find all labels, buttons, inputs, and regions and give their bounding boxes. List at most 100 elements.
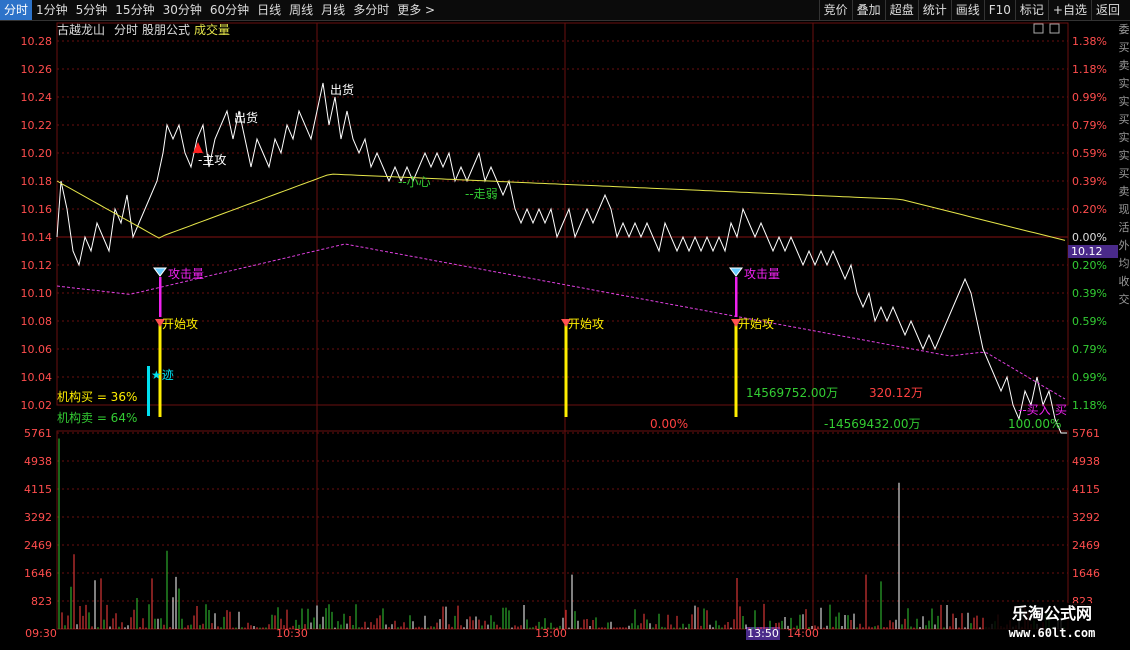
period-tab-6[interactable]: 日线 xyxy=(253,0,285,20)
small-amount-label: 320.12万 xyxy=(869,386,923,400)
percent-tick-label: 1.38% xyxy=(1072,35,1107,48)
price-tick-label: 10.06 xyxy=(21,343,53,356)
start-attack-bar xyxy=(564,321,568,417)
price-tick-label: 10.10 xyxy=(21,287,53,300)
time-label: 09:30 xyxy=(25,627,57,640)
attack-volume-label-2: 攻击量 xyxy=(744,267,780,281)
price-tick-label: 10.20 xyxy=(21,147,53,160)
trace-bar xyxy=(147,366,150,416)
price-tick-label: 10.14 xyxy=(21,231,53,244)
volume-tick-label-right: 4115 xyxy=(1072,483,1100,496)
percent-tick-label: 0.20% xyxy=(1072,259,1107,272)
sell-label-1: 出货 xyxy=(234,110,258,125)
window-icon xyxy=(1049,23,1060,34)
start-attack-label-2: 开始攻 xyxy=(568,317,604,331)
percent-tick-label: 0.79% xyxy=(1072,343,1107,356)
up-triangle-icon xyxy=(193,142,203,153)
price-line xyxy=(56,82,1067,434)
period-tab-0[interactable]: 分时 xyxy=(0,0,33,20)
side-panel-label-10: 现 xyxy=(1118,203,1130,216)
tool-button-2[interactable]: 超盘 xyxy=(886,0,918,20)
period-tab-4[interactable]: 30分钟 xyxy=(159,0,206,20)
period-tab-1[interactable]: 1分钟 xyxy=(32,0,72,20)
attack-volume-bar xyxy=(735,277,738,317)
period-tab-8[interactable]: 月线 xyxy=(317,0,349,20)
price-tick-label: 10.26 xyxy=(21,63,53,76)
side-panel-label-14: 收 xyxy=(1118,275,1130,288)
side-panel-label-4: 实 xyxy=(1118,95,1130,108)
volume-tick-label: 1646 xyxy=(24,567,52,580)
price-tick-label: 10.24 xyxy=(21,91,53,104)
price-tick-label: 10.22 xyxy=(21,119,53,132)
weakening-label: --走弱 xyxy=(465,187,498,201)
volume-tick-label: 4938 xyxy=(24,455,52,468)
side-panel-label-5: 买 xyxy=(1118,113,1130,126)
start-attack-bar xyxy=(734,321,738,417)
side-panel-label-6: 实 xyxy=(1118,131,1130,144)
attack-volume-bar xyxy=(159,277,162,317)
volume-tick-label: 823 xyxy=(31,595,52,608)
start-attack-label-3: 开始攻 xyxy=(738,317,774,331)
tool-button-5[interactable]: F10 xyxy=(985,0,1015,20)
institution-sell-label: 机构卖 = 64% xyxy=(57,410,137,425)
tool-button-8[interactable]: 返回 xyxy=(1092,0,1124,20)
side-panel-label-8: 买 xyxy=(1118,167,1130,180)
volume-tick-label: 2469 xyxy=(24,539,52,552)
period-tab-7[interactable]: 周线 xyxy=(285,0,317,20)
volume-tick-label-right: 4938 xyxy=(1072,455,1100,468)
tool-button-6[interactable]: 标记 xyxy=(1016,0,1048,20)
institution-buy-label: 机构买 = 36% xyxy=(57,389,137,404)
volume-tick-label-right: 2469 xyxy=(1072,539,1100,552)
volume-tick-label: 3292 xyxy=(24,511,52,524)
settings-icon xyxy=(1033,23,1044,34)
price-tick-label: 10.28 xyxy=(21,35,53,48)
price-tick-label: 10.18 xyxy=(21,175,53,188)
tool-button-7[interactable]: +自选 xyxy=(1049,0,1091,20)
side-panel-label-11: 活 xyxy=(1118,221,1130,234)
value-percent-1: 0.00% xyxy=(650,417,688,431)
percent-tick-label: 0.00% xyxy=(1072,231,1107,244)
period-tab-5[interactable]: 60分钟 xyxy=(206,0,253,20)
sell-label-2: 出货 xyxy=(330,82,354,97)
chart-mode: 分时 xyxy=(114,23,138,37)
tool-button-4[interactable]: 画线 xyxy=(952,0,984,20)
period-tab-10[interactable]: 更多 > xyxy=(393,0,439,20)
period-tab-3[interactable]: 15分钟 xyxy=(111,0,158,20)
tool-button-3[interactable]: 统计 xyxy=(919,0,951,20)
price-tick-label: 10.08 xyxy=(21,315,53,328)
watermark-logo: 乐淘公式网 www.60lt.com xyxy=(984,603,1120,647)
period-tab-9[interactable]: 多分时 xyxy=(349,0,393,20)
current-price: 10.12 xyxy=(1071,245,1103,258)
buy-in-label: --买入 xyxy=(1018,403,1051,417)
attack-volume-label: 攻击量 xyxy=(168,267,204,281)
period-toolbar: 分时 1分钟 5分钟 15分钟 30分钟 60分钟 日线 周线 月线 多分时 更多 > 竞价 叠加 超盘… xyxy=(0,0,1130,21)
side-panel-label-2: 卖 xyxy=(1118,59,1130,72)
watermark-title: 乐淘公式网 xyxy=(1011,604,1092,623)
right-side-panel[interactable]: 委买卖实实买实实买卖现活外均收交 xyxy=(1118,21,1130,621)
percent-tick-label: 0.59% xyxy=(1072,315,1107,328)
side-panel-label-15: 交 xyxy=(1118,293,1130,306)
tool-button-0[interactable]: 竞价 xyxy=(820,0,852,20)
buy-in-tail-label: 买 xyxy=(1055,403,1067,417)
side-panel-label-12: 外 xyxy=(1118,239,1130,252)
side-panel-label-13: 均 xyxy=(1118,257,1130,270)
price-tick-label: 10.12 xyxy=(21,259,53,272)
price-tick-label: 10.04 xyxy=(21,371,53,384)
formula-name: 股朋公式 xyxy=(142,23,190,37)
side-panel-label-9: 卖 xyxy=(1118,185,1130,198)
indicator-name: 成交量 xyxy=(194,22,230,37)
price-tick-label: 10.16 xyxy=(21,203,53,216)
period-tabs: 分时 1分钟 5分钟 15分钟 30分钟 60分钟 日线 周线 月线 多分时 更多 > xyxy=(0,0,439,20)
stock-name: 古越龙山 xyxy=(57,22,105,37)
volume-tick-label-right: 5761 xyxy=(1072,427,1100,440)
period-tab-2[interactable]: 5分钟 xyxy=(72,0,112,20)
start-attack-label: 开始攻 xyxy=(162,317,198,331)
volume-tick-label-right: 3292 xyxy=(1072,511,1100,524)
side-panel-label-1: 买 xyxy=(1118,41,1130,54)
side-panel-label-3: 实 xyxy=(1118,77,1130,90)
percent-tick-label: 0.39% xyxy=(1072,287,1107,300)
tool-button-1[interactable]: 叠加 xyxy=(853,0,885,20)
percent-tick-label: 0.59% xyxy=(1072,147,1107,160)
diamond-icon xyxy=(729,267,743,277)
intraday-chart[interactable]: 古越龙山 分时 股朋公式 成交量 10.28 1.38% 10.26 1.18% 10.24 0.… xyxy=(0,21,1118,650)
